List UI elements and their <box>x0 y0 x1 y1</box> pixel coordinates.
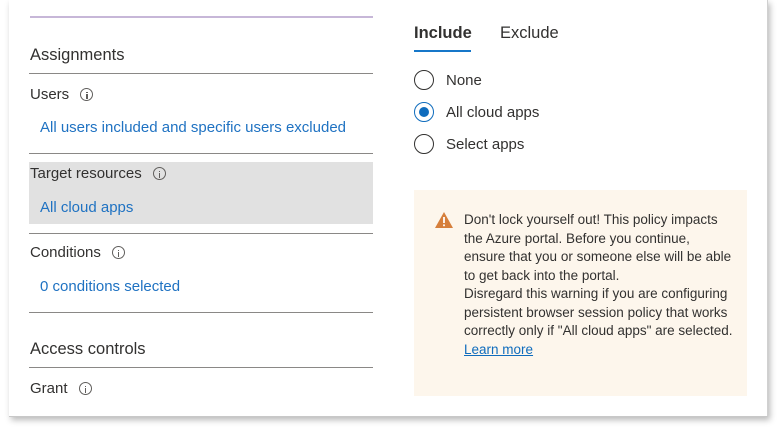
radio-select-apps[interactable] <box>414 134 434 154</box>
conditions-label-text: Conditions <box>30 244 101 261</box>
radio-all-cloud-apps[interactable] <box>414 102 434 122</box>
info-icon[interactable] <box>152 167 166 180</box>
warning-text: Don't lock yourself out! This policy imp… <box>464 211 734 359</box>
radio-option-none[interactable]: None <box>414 70 482 90</box>
info-icon[interactable] <box>78 382 92 395</box>
conditions-label: Conditions <box>30 244 125 261</box>
users-label: Users <box>30 86 94 103</box>
divider <box>29 153 373 154</box>
warning-paragraph-2-text: Disregard this warning if you are config… <box>464 286 733 338</box>
divider <box>29 367 373 368</box>
divider <box>29 73 373 74</box>
info-icon[interactable] <box>111 246 125 259</box>
learn-more-link[interactable]: Learn more <box>464 342 533 357</box>
radio-option-select-apps[interactable]: Select apps <box>414 134 524 154</box>
radio-label: All cloud apps <box>446 103 540 121</box>
grant-label: Grant <box>30 380 92 397</box>
info-icon[interactable] <box>80 88 94 101</box>
conditional-access-panel: Assignments Users All users included and… <box>9 0 768 417</box>
users-value-link[interactable]: All users included and specific users ex… <box>40 119 346 136</box>
target-resources-value-link[interactable]: All cloud apps <box>40 199 133 216</box>
divider <box>29 233 373 234</box>
divider <box>29 312 373 313</box>
target-resources-label-text: Target resources <box>30 165 142 182</box>
assignments-heading: Assignments <box>30 46 125 64</box>
users-label-text: Users <box>30 86 70 103</box>
warning-paragraph-2: Disregard this warning if you are config… <box>464 285 734 359</box>
radio-label: None <box>446 71 482 89</box>
target-resources-label: Target resources <box>30 165 166 182</box>
radio-label: Select apps <box>446 135 525 153</box>
conditions-value-link[interactable]: 0 conditions selected <box>40 278 180 295</box>
access-controls-heading: Access controls <box>30 340 146 358</box>
tab-include[interactable]: Include <box>414 24 472 43</box>
top-accent-line <box>30 16 373 18</box>
radio-none[interactable] <box>414 70 434 90</box>
warning-triangle-icon <box>434 211 454 234</box>
selected-tab-indicator <box>414 50 471 52</box>
warning-message-bar: Don't lock yourself out! This policy imp… <box>414 190 747 396</box>
grant-label-text: Grant <box>30 380 68 397</box>
radio-option-all-cloud-apps[interactable]: All cloud apps <box>414 102 539 122</box>
warning-paragraph-1: Don't lock yourself out! This policy imp… <box>464 212 732 283</box>
tab-exclude[interactable]: Exclude <box>500 24 559 43</box>
